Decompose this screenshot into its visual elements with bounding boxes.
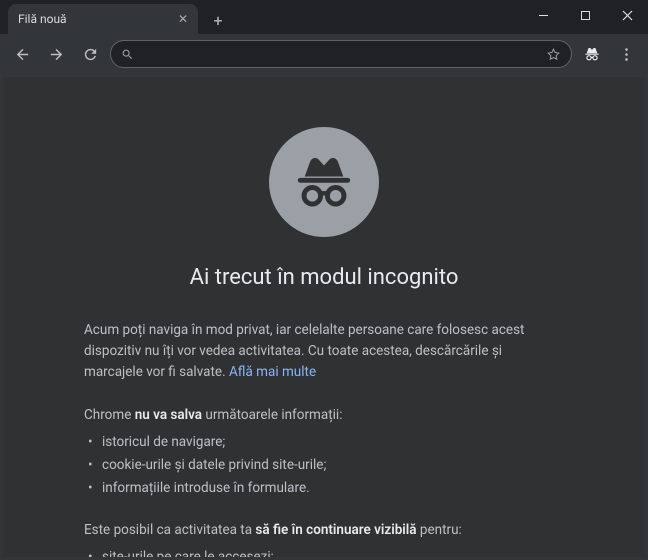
- kebab-icon: [618, 46, 635, 63]
- maximize-icon: [580, 10, 591, 21]
- bookmark-star-icon[interactable]: [546, 47, 561, 62]
- close-window-button[interactable]: [606, 0, 648, 30]
- back-button[interactable]: [8, 40, 36, 68]
- list-item: cookie-urile și datele privind site-uril…: [102, 454, 564, 477]
- plus-icon: +: [213, 11, 222, 30]
- list-item: istoricul de navigare;: [102, 431, 564, 454]
- incognito-page: Ai trecut în modul incognito Acum poți n…: [64, 77, 584, 557]
- page-heading: Ai trecut în modul incognito: [84, 265, 564, 290]
- incognito-badge: [269, 127, 379, 237]
- arrow-left-icon: [14, 46, 31, 63]
- may-see-heading: Este posibil ca activitatea ta să fie în…: [84, 522, 564, 538]
- may-see-list: site-urile pe care le accesezi; angajato…: [84, 546, 564, 557]
- tab-active[interactable]: Filă nouă ✕: [8, 4, 198, 34]
- content-area: Ai trecut în modul incognito Acum poți n…: [0, 74, 648, 560]
- omnibox[interactable]: [110, 40, 572, 68]
- toolbar: [0, 34, 648, 74]
- minimize-button[interactable]: [522, 0, 564, 30]
- address-input[interactable]: [142, 47, 538, 62]
- search-icon: [121, 48, 134, 61]
- tab-strip: Filă nouă ✕ +: [0, 0, 648, 34]
- incognito-indicator[interactable]: [578, 40, 606, 68]
- incognito-icon: [583, 45, 601, 63]
- window-controls: [522, 0, 648, 30]
- learn-more-link[interactable]: Află mai multe: [229, 364, 316, 380]
- reload-icon: [82, 46, 99, 63]
- close-tab-icon[interactable]: ✕: [178, 12, 188, 26]
- tab-title: Filă nouă: [18, 12, 67, 26]
- forward-button[interactable]: [42, 40, 70, 68]
- reload-button[interactable]: [76, 40, 104, 68]
- list-item: informațiile introduse în formulare.: [102, 477, 564, 500]
- minimize-icon: [538, 10, 549, 21]
- arrow-right-icon: [48, 46, 65, 63]
- intro-paragraph: Acum poți naviga în mod privat, iar cele…: [84, 320, 564, 383]
- incognito-large-icon: [291, 149, 357, 215]
- maximize-button[interactable]: [564, 0, 606, 30]
- content-scroll[interactable]: Ai trecut în modul incognito Acum poți n…: [3, 77, 645, 557]
- new-tab-button[interactable]: +: [204, 6, 232, 34]
- list-item: site-urile pe care le accesezi;: [102, 546, 564, 557]
- wont-save-list: istoricul de navigare; cookie-urile și d…: [84, 431, 564, 500]
- menu-button[interactable]: [612, 40, 640, 68]
- wont-save-heading: Chrome nu va salva următoarele informați…: [84, 407, 564, 423]
- close-icon: [622, 10, 633, 21]
